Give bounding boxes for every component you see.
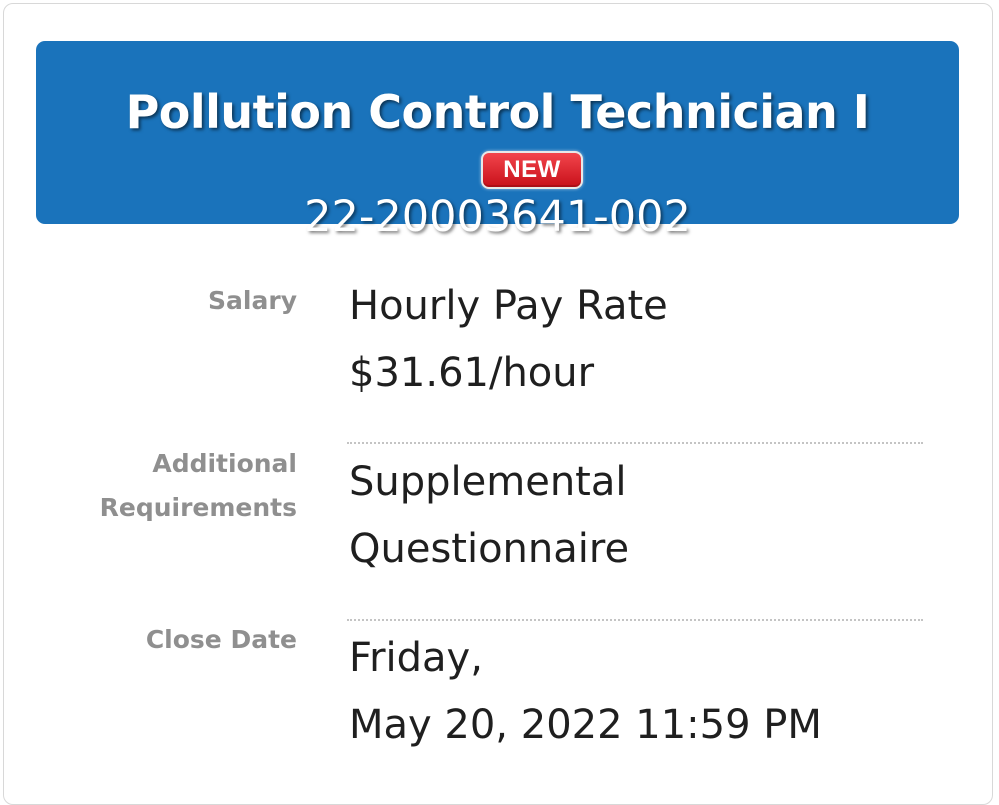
salary-label: Salary [208, 286, 297, 315]
job-number: 22-20003641-002 [304, 192, 691, 242]
close-date-label: Close Date [145, 625, 297, 654]
divider [347, 619, 923, 621]
additional-requirements-label-line2: Requirements [99, 493, 297, 522]
additional-requirements-value-line2: Questionnaire [349, 526, 630, 572]
close-date-datetime: May 20, 2022 11:59 PM [349, 702, 822, 748]
additional-requirements-label-line1: Additional [152, 449, 297, 478]
job-title: Pollution Control Technician I [125, 85, 870, 139]
additional-requirements-value-line1: Supplemental [349, 459, 627, 505]
salary-amount: $31.61/hour [349, 350, 595, 396]
divider [347, 442, 923, 444]
new-badge: NEW [481, 151, 583, 189]
salary-type: Hourly Pay Rate [349, 283, 668, 329]
close-date-day: Friday, [349, 635, 483, 681]
job-header: Pollution Control Technician I NEW 22-20… [36, 41, 959, 239]
